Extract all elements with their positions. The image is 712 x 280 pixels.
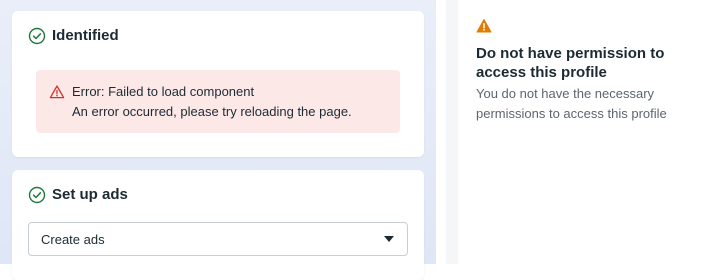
check-circle-icon: [28, 27, 46, 45]
error-title: Error: Failed to load component: [72, 84, 255, 99]
check-circle-icon: [28, 186, 46, 204]
identified-title: Identified: [52, 27, 119, 44]
error-message: An error occurred, please try reloading …: [72, 104, 352, 119]
setup-ads-header: Set up ads: [28, 186, 128, 204]
warning-triangle-icon: [49, 84, 65, 100]
select-value: Create ads: [41, 231, 105, 247]
panel-divider: [446, 0, 458, 264]
permission-message: You do not have the necessary permission…: [476, 86, 667, 121]
create-ads-select[interactable]: Create ads: [28, 222, 408, 256]
setup-ads-title: Set up ads: [52, 186, 128, 203]
error-alert: Error: Failed to load component An error…: [36, 70, 400, 133]
identified-header: Identified: [28, 27, 119, 45]
caret-down-icon: [383, 235, 395, 243]
identified-card: Identified Error: Failed to load compone…: [12, 11, 424, 157]
warning-filled-icon: [476, 18, 492, 34]
permission-title: Do not have permission to access this pr…: [476, 45, 665, 81]
permission-panel: Do not have permission to access this pr…: [476, 18, 706, 124]
